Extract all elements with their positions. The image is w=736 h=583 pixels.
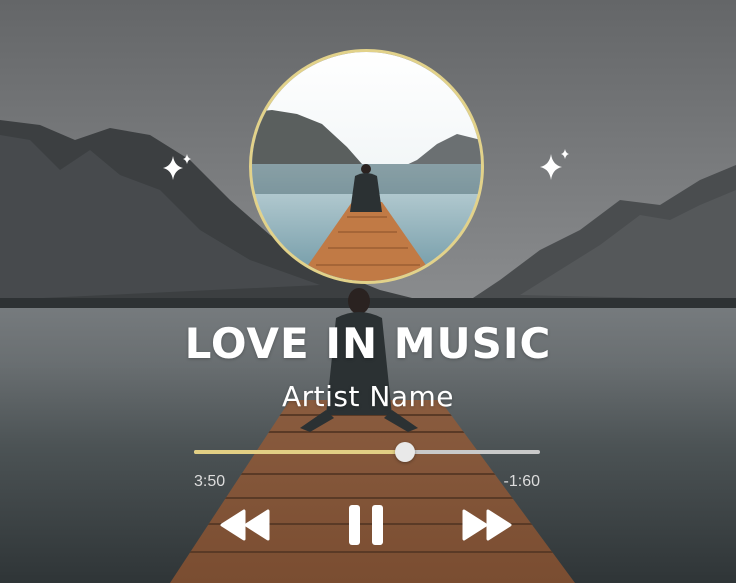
previous-button[interactable] [219,508,273,542]
rewind-icon [220,509,270,541]
song-title: LOVE IN MUSIC [184,319,552,368]
progress-fill [194,450,406,454]
progress-bar[interactable] [194,442,540,462]
pause-button[interactable] [346,503,386,547]
progress-thumb[interactable] [395,442,416,462]
fast-forward-icon [462,509,512,541]
sparkle-right-icon [540,149,569,180]
elapsed-time: 3:50 [194,473,226,490]
album-cover [249,49,484,284]
remaining-time: -1:60 [503,473,540,490]
next-button[interactable] [459,508,513,542]
music-player: LOVE IN MUSIC Artist Name 3:50 -1:60 [0,0,736,583]
pause-icon [349,505,383,545]
album-cover-image [252,52,481,281]
artist-name: Artist Name [282,380,454,413]
sparkle-left-icon [163,154,191,180]
